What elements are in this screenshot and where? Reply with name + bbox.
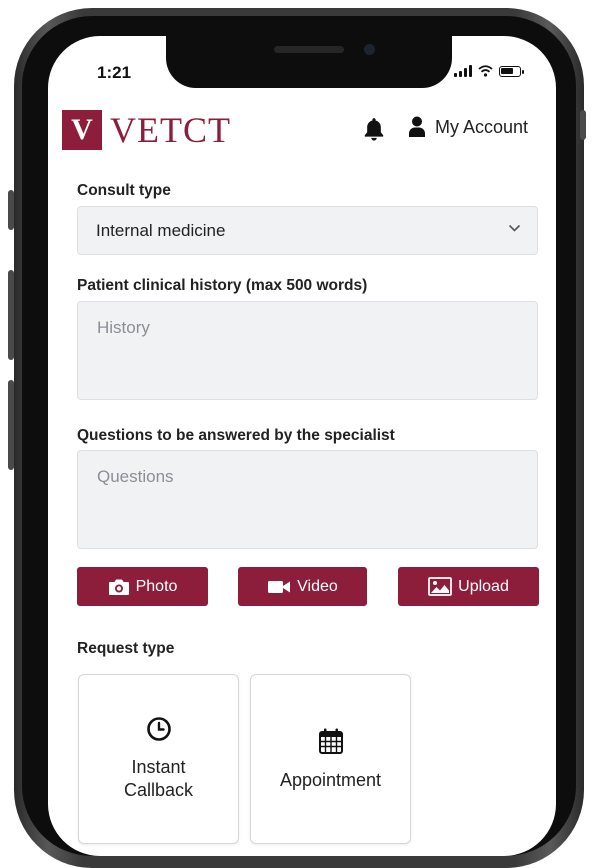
video-button[interactable]: Video	[238, 567, 367, 606]
side-button	[580, 110, 586, 140]
chevron-down-icon	[508, 224, 521, 232]
history-placeholder: History	[97, 318, 150, 337]
consult-type-label: Consult type	[77, 182, 171, 199]
clock-icon	[146, 717, 171, 741]
front-camera	[364, 44, 375, 55]
battery-icon	[499, 66, 524, 77]
phone-screen: 1:21 V VETCT My Account Consult type Int…	[48, 36, 556, 856]
appointment-option[interactable]: Appointment	[250, 674, 411, 844]
history-textarea[interactable]: History	[77, 301, 538, 400]
logo-mark: V	[62, 110, 102, 150]
notifications-bell-icon[interactable]	[361, 116, 387, 147]
questions-label: Questions to be answered by the speciali…	[77, 427, 395, 444]
photo-button-label: Photo	[135, 577, 178, 595]
earpiece-speaker	[274, 46, 344, 53]
instant-callback-line1: Instant	[131, 757, 186, 777]
questions-placeholder: Questions	[97, 467, 174, 486]
instant-callback-line2: Callback	[123, 780, 194, 800]
camera-icon	[108, 579, 129, 595]
request-type-label: Request type	[77, 640, 175, 657]
video-camera-icon	[268, 580, 291, 593]
my-account-link[interactable]: My Account	[409, 116, 528, 138]
user-icon	[409, 116, 425, 137]
wifi-icon	[478, 65, 493, 77]
vetct-logo[interactable]: V VETCT	[62, 109, 231, 151]
cellular-signal-icon	[454, 65, 472, 77]
photo-button[interactable]: Photo	[77, 567, 208, 606]
history-label: Patient clinical history (max 500 words)	[77, 277, 368, 294]
status-time: 1:21	[97, 63, 132, 82]
consult-type-value: Internal medicine	[96, 220, 226, 240]
instant-callback-label: Instant Callback	[124, 756, 193, 802]
image-icon	[428, 577, 453, 596]
logo-text: VETCT	[110, 110, 231, 150]
video-button-label: Video	[297, 577, 338, 595]
appointment-label: Appointment	[279, 769, 382, 790]
consult-type-select[interactable]: Internal medicine	[77, 206, 538, 255]
mute-switch	[8, 190, 14, 230]
volume-down-button	[8, 380, 14, 470]
volume-up-button	[8, 270, 14, 360]
upload-button-label: Upload	[458, 577, 509, 595]
instant-callback-option[interactable]: Instant Callback	[78, 674, 239, 844]
my-account-label: My Account	[435, 116, 529, 137]
calendar-icon	[318, 728, 343, 754]
questions-textarea[interactable]: Questions	[77, 450, 538, 549]
notch	[166, 36, 452, 88]
status-icons	[454, 65, 524, 77]
upload-button[interactable]: Upload	[398, 567, 539, 606]
